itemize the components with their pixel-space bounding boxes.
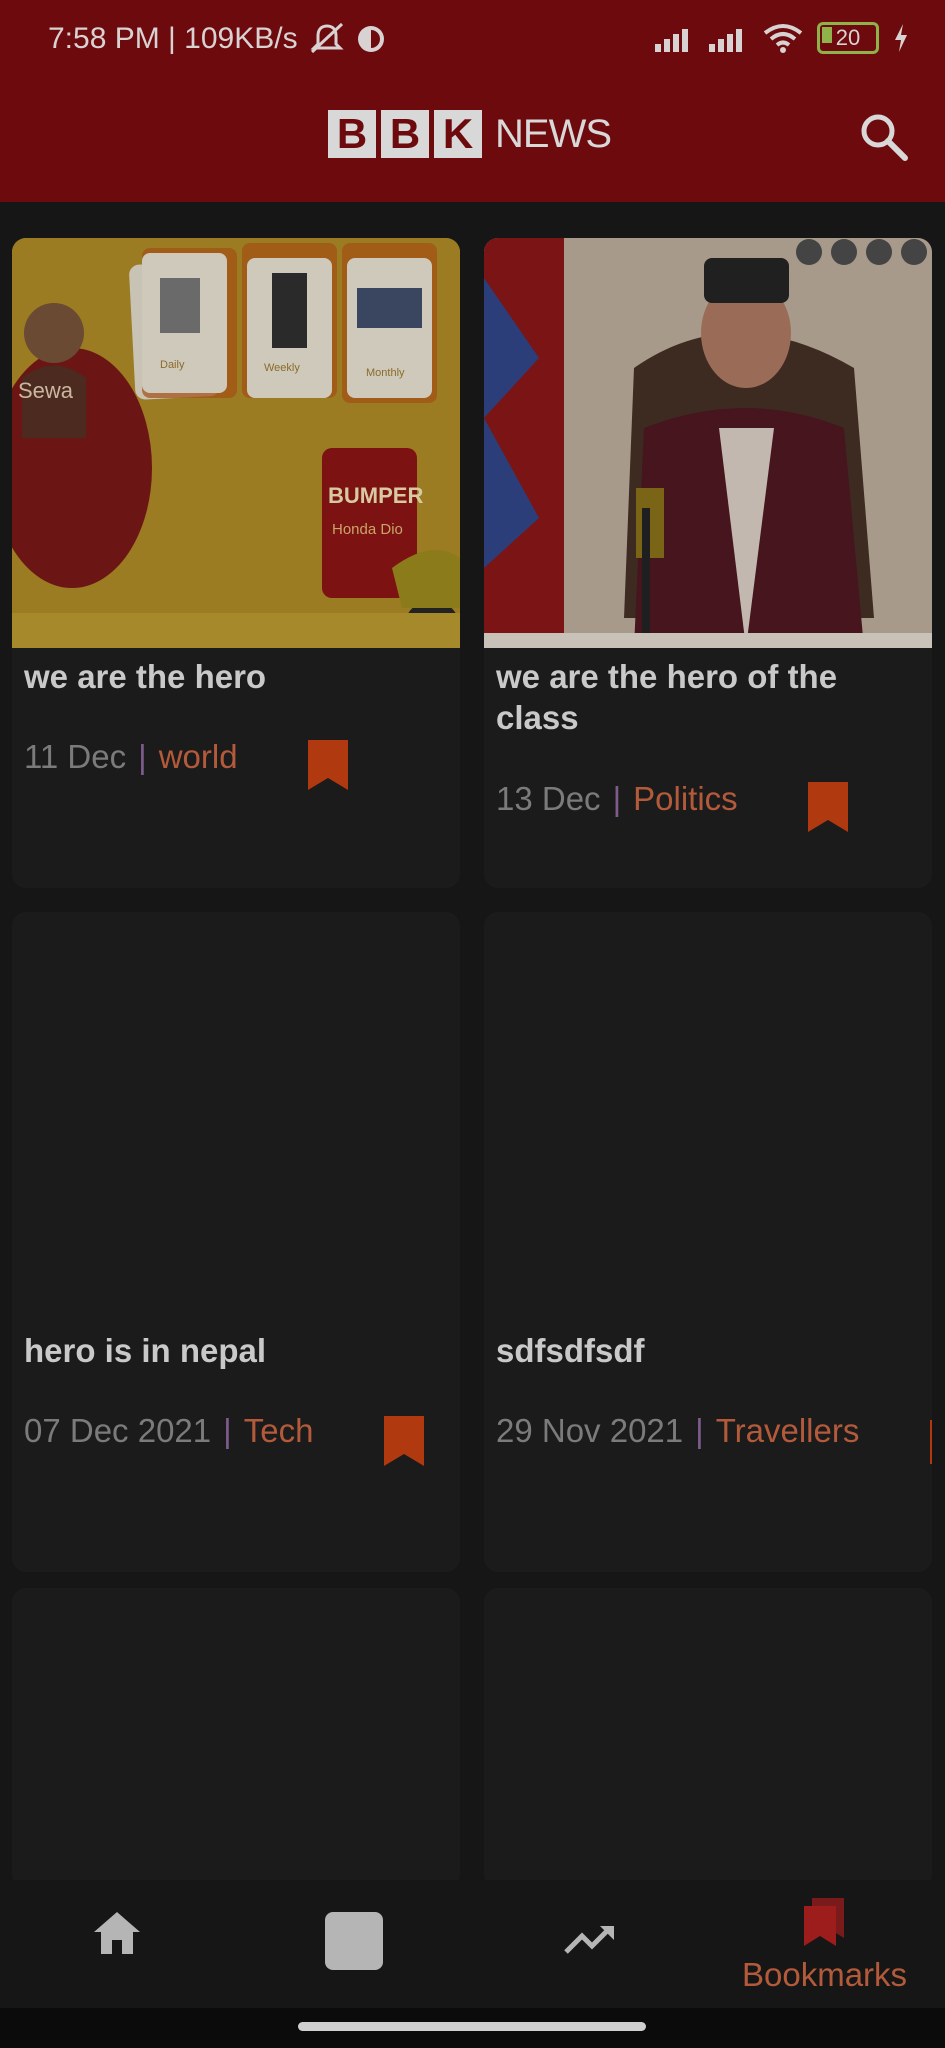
article-card[interactable] [484,1588,932,1888]
signal-icon-2 [709,29,742,52]
app-logo: B B K NEWS [328,110,612,158]
article-date: 13 Dec [496,780,601,817]
article-card[interactable]: BUMPER Honda Dio Sewa Daily Weekly Month… [12,238,460,888]
article-card[interactable]: hero is in nepal 07 Dec 2021 | Tech [12,912,460,1572]
promo-deal-monthly: Monthly [366,367,405,379]
bookmarks-icon [804,1898,844,1946]
trending-up-icon [564,1926,614,1954]
wifi-icon [763,24,803,53]
square-icon [325,1912,383,1970]
article-meta: 13 Dec | Politics [496,780,738,818]
article-title: hero is in nepal [24,1332,267,1369]
article-category[interactable]: world [159,738,238,776]
bookmark-icon[interactable] [384,1416,424,1466]
gesture-handle[interactable] [298,2022,646,2031]
article-date: 07 Dec 2021 [24,1412,212,1449]
search-icon [861,114,908,161]
bell-off-icon [309,22,344,54]
nav-trending[interactable] [564,1924,616,1961]
article-title: we are the hero [24,658,267,695]
article-category[interactable]: Tech [244,1412,314,1450]
app-notification-icon [357,26,384,52]
bookmark-icon-partial[interactable] [930,1420,932,1464]
meta-separator: | [223,1412,232,1449]
article-card[interactable] [12,1588,460,1888]
promo-banner-subtext: Honda Dio [332,521,403,538]
article-meta: 11 Dec | world [24,738,238,776]
logo-letter-b2: B [381,110,429,158]
search-button[interactable] [855,108,913,166]
article-meta: 07 Dec 2021 | Tech [24,1412,313,1450]
bookmark-icon[interactable] [808,782,848,832]
meta-separator: | [695,1412,704,1449]
promo-deal-daily: Daily [160,359,185,371]
article-title: sdfsdfsdf [496,1332,645,1369]
article-category[interactable]: Politics [633,780,738,818]
promo-banner-text: BUMPER [328,483,423,508]
article-meta: 29 Nov 2021 | Travellers [496,1412,859,1450]
promo-deal-weekly: Weekly [264,362,300,374]
article-date: 29 Nov 2021 [496,1412,684,1449]
logo-letter-b1: B [328,110,376,158]
logo-word-news: NEWS [495,111,612,156]
status-bar: 7:58 PM | 109KB/s 20 [0,0,945,84]
nav-home[interactable] [92,1910,142,1961]
bottom-navigation: Bookmarks [0,1880,945,2008]
home-icon [94,1912,140,1954]
article-date: 11 Dec [24,738,127,775]
nav-bookmarks[interactable] [800,1898,850,1953]
article-image-promo: BUMPER Honda Dio Sewa Daily Weekly Month… [12,238,460,648]
article-card[interactable]: we are the hero of the class 13 Dec | Po… [484,238,932,888]
article-image-portrait [484,238,932,648]
battery-indicator: 20 [817,22,879,54]
meta-separator: | [612,780,622,817]
status-time: 7:58 PM | 109KB/s [48,22,298,55]
app-bar: B B K NEWS [0,84,945,202]
bookmark-icon[interactable] [308,740,348,790]
nav-categories[interactable] [325,1912,383,1970]
nav-bookmarks-label[interactable]: Bookmarks [742,1956,907,1994]
meta-separator: | [138,738,147,775]
signal-icon [655,29,688,52]
article-category[interactable]: Travellers [716,1412,860,1450]
promo-brand-text: Sewa [18,378,74,403]
charging-icon [895,24,907,52]
logo-letter-k: K [434,110,482,158]
article-title: we are the hero of the class [496,658,838,736]
article-card[interactable]: sdfsdfsdf 29 Nov 2021 | Travellers [484,912,932,1572]
battery-level: 20 [835,25,861,50]
